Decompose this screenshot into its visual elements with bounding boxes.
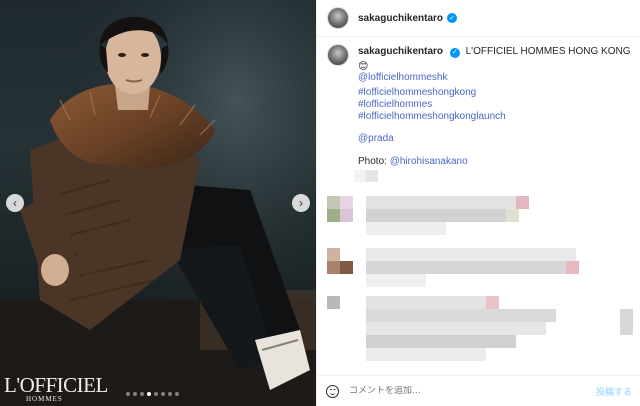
pixel-block: [327, 209, 340, 222]
pixel-block: [354, 170, 366, 182]
logo-sub-text: HOMMES: [26, 395, 63, 403]
mention-link[interactable]: @prada: [358, 133, 394, 145]
pixel-block: [486, 296, 499, 309]
carousel-dot: [140, 392, 144, 396]
carousel-dot: [133, 392, 137, 396]
pixel-block: [366, 261, 566, 274]
pixel-block: [340, 261, 353, 274]
pixel-block: [366, 209, 506, 222]
pixel-block: [366, 274, 426, 287]
carousel-dot: [168, 392, 172, 396]
tag-link[interactable]: #lofficielhommes: [358, 99, 432, 111]
caption-first-line: sakaguchikentaro ✓ L'OFFICIEL HOMMES HON…: [358, 44, 633, 74]
pixel-block: [366, 348, 486, 361]
pixel-block: [366, 170, 378, 182]
tag-link[interactable]: @lofficielhommeshk: [358, 72, 447, 84]
pixel-block: [327, 196, 340, 209]
pixel-block: [366, 335, 516, 348]
pixel-block: [327, 261, 340, 274]
carousel-dot: [161, 392, 165, 396]
pixel-block: [366, 296, 486, 309]
post-media[interactable]: ‹ › L'OFFICIEL HOMMES: [0, 0, 316, 406]
pixel-block: [366, 322, 546, 335]
carousel-dot: [175, 392, 179, 396]
tag-link[interactable]: #lofficielhommeshongkong: [358, 87, 476, 99]
photo-credit: Photo: @hirohisanakano: [358, 156, 468, 168]
pixel-block: [366, 248, 576, 261]
smiley-icon[interactable]: [326, 384, 339, 398]
chevron-left-icon: ‹: [13, 196, 17, 210]
caption-username[interactable]: sakaguchikentaro: [358, 46, 443, 57]
logo-main-text: L'OFFICIEL: [4, 373, 108, 397]
header-username[interactable]: sakaguchikentaro: [358, 13, 443, 24]
post-photo: [0, 0, 316, 406]
chevron-right-icon: ›: [299, 196, 303, 210]
pixel-block: [620, 309, 633, 335]
tag-link[interactable]: #lofficielhommeshongkonglaunch: [358, 111, 506, 123]
avatar[interactable]: [327, 7, 349, 29]
carousel-dot-active: [147, 392, 151, 396]
pixel-block: [516, 196, 529, 209]
pixel-block: [366, 309, 556, 322]
post-comment-button[interactable]: 投稿する: [596, 385, 632, 398]
pixel-block: [366, 222, 446, 235]
pixel-block: [340, 209, 353, 222]
pixel-block: [506, 209, 519, 222]
comment-input[interactable]: [349, 386, 569, 396]
carousel-dot: [126, 392, 130, 396]
caption-avatar[interactable]: [327, 44, 349, 66]
pixel-block: [327, 296, 340, 309]
carousel-dot: [154, 392, 158, 396]
post-header: sakaguchikentaro ✓: [317, 0, 640, 37]
verified-badge-icon: ✓: [449, 47, 460, 58]
carousel-indicator: [126, 392, 179, 396]
instagram-post-dialog: ‹ › L'OFFICIEL HOMMES sakaguchikentaro ✓: [0, 0, 640, 406]
caption-title: L'OFFICIEL HOMMES HONG KONG: [465, 46, 631, 57]
pixel-block: [566, 261, 579, 274]
pixel-block: [327, 248, 340, 261]
comment-bar: 投稿する: [316, 375, 640, 406]
carousel-prev-button[interactable]: ‹: [6, 194, 24, 212]
caption: sakaguchikentaro ✓ L'OFFICIEL HOMMES HON…: [327, 44, 633, 74]
caption-emoji: 😊: [358, 61, 369, 72]
verified-badge-icon: ✓: [447, 13, 458, 23]
magazine-logo: L'OFFICIEL HOMMES: [4, 373, 108, 404]
pixel-block: [366, 196, 516, 209]
photo-credit-label: Photo:: [358, 156, 387, 167]
pixel-block: [340, 196, 353, 209]
photo-credit-link[interactable]: @hirohisanakano: [390, 156, 468, 167]
carousel-next-button[interactable]: ›: [292, 194, 310, 212]
